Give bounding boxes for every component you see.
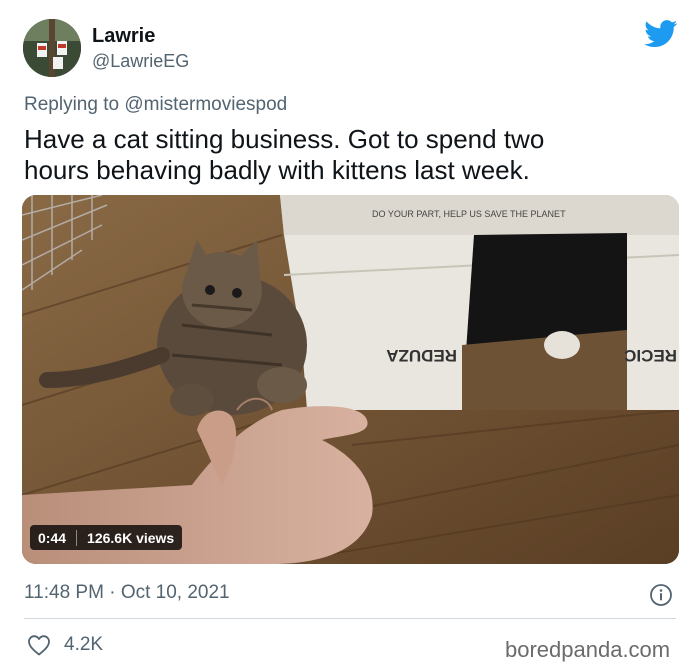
tweet-text: Have a cat sitting business. Got to spen… [24, 124, 545, 185]
avatar[interactable] [23, 19, 81, 77]
watermark: boredpanda.com [505, 637, 671, 662]
heart-icon[interactable] [27, 634, 51, 656]
video-thumbnail: DO YOUR PART, HELP US SAVE THE PLANET RE… [22, 195, 679, 564]
reply-handle-link[interactable]: @mistermoviespod [124, 94, 287, 115]
author-name[interactable]: Lawrie [92, 25, 155, 48]
box-text-top: DO YOUR PART, HELP US SAVE THE PLANET [372, 209, 566, 219]
info-icon[interactable] [649, 583, 673, 607]
tweet-timestamp[interactable]: 11:48 PM · Oct 10, 2021 [24, 582, 230, 604]
video-player[interactable]: DO YOUR PART, HELP US SAVE THE PLANET RE… [22, 195, 679, 564]
twitter-bird-icon[interactable] [644, 20, 678, 48]
tweet-date: Oct 10, 2021 [120, 582, 230, 603]
avatar-image [23, 19, 81, 77]
reply-context: Replying to @mistermoviespod [24, 94, 287, 116]
box-text-mirror-1: REDUZA [386, 346, 457, 365]
meta-separator: · [109, 582, 116, 603]
box-text-mirror-2: RECIC [624, 346, 677, 365]
like-count[interactable]: 4.2K [64, 634, 103, 656]
divider [24, 618, 676, 619]
video-views: 126.6K views [87, 529, 175, 546]
video-duration: 0:44 [38, 529, 67, 546]
badge-divider [76, 529, 78, 546]
video-stats-badge: 0:44 126.6K views [30, 525, 183, 550]
reply-prefix: Replying to [24, 94, 120, 115]
tweet-time: 11:48 PM [24, 582, 104, 603]
author-handle[interactable]: @LawrieEG [92, 51, 189, 72]
